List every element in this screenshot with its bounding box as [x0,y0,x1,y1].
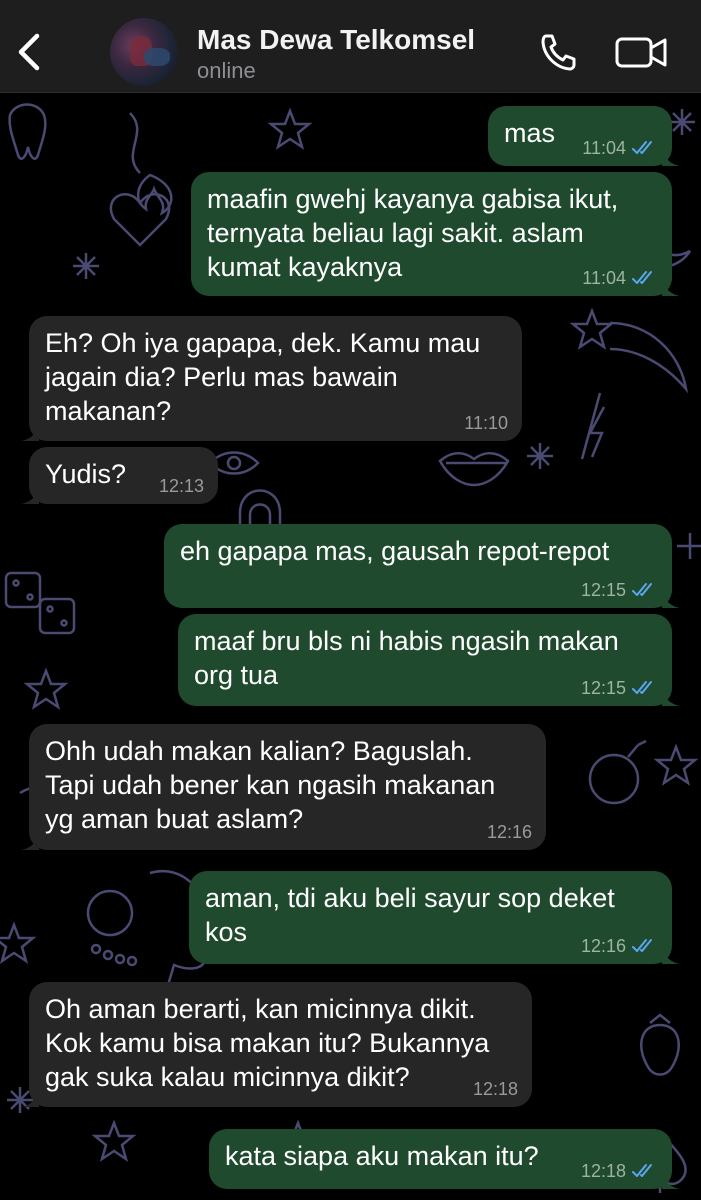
incoming-message-bubble[interactable]: Ohh udah makan kalian? Baguslah. Tapi ud… [21,724,546,850]
bubble-tail [662,946,680,964]
message-timestamp: 12:15 [580,678,626,698]
incoming-message-bubble[interactable]: Yudis? 12:13 [21,447,218,504]
message-timestamp: 12:15 [580,580,626,600]
outgoing-message-bubble[interactable]: aman, tdi aku beli sayur sop deket kos 12… [189,871,680,964]
message-meta: 12:18 [581,1161,658,1181]
star-doodle [91,1119,137,1162]
message-meta: 12:16 [487,822,532,842]
message-text: Oh aman berarti, kan micinnya dikit. Kok… [45,994,490,1092]
contact-avatar[interactable] [110,18,178,86]
strawberry-doodle [640,1013,680,1076]
message-timestamp: 11:04 [582,268,626,288]
phone-icon [541,34,576,71]
message-timestamp: 11:04 [582,138,626,158]
message-text: eh gapapa mas, gausah repot-repot [180,536,610,566]
star-doodle [23,667,69,710]
video-call-button[interactable] [614,32,670,72]
message-timestamp: 12:16 [486,822,532,842]
star-doodle [653,743,699,786]
star-doodle [267,107,313,150]
message-meta: 12:15 [581,580,658,600]
sparkle-doodle [73,253,99,279]
double-check-read-icon [632,271,652,284]
message-meta: 12:18 [473,1079,518,1099]
bubble-tail [21,1089,39,1107]
double-check-read-icon [632,939,652,952]
dice-doodle [4,571,42,609]
outgoing-message-bubble[interactable]: mas 11:04 [488,106,680,166]
sparkle-doodle [669,109,695,135]
bomb-doodle [588,753,640,805]
bubble-tail [662,688,680,706]
double-check-read-icon [632,583,652,596]
lightning-doodle [587,406,606,458]
message-meta: 11:10 [464,413,508,433]
bubble-tail [21,832,39,850]
tooth-doodle [8,103,47,160]
chevron-left-icon [18,33,40,71]
message-timestamp: 12:16 [580,936,626,956]
video-camera-icon [615,37,667,68]
incoming-message-bubble[interactable]: Oh aman berarti, kan micinnya dikit. Kok… [21,982,532,1107]
message-text: Ohh udah makan kalian? Baguslah. Tapi ud… [45,736,496,834]
message-meta: 12:16 [581,936,658,956]
star-doodle [569,307,615,350]
incoming-message-bubble[interactable]: Eh? Oh iya gapapa, dek. Kamu mau jagain … [21,316,522,441]
bubble-tail [21,486,39,504]
outgoing-message-bubble[interactable]: kata siapa aku makan itu? 12:18 [209,1129,680,1189]
message-timestamp: 11:10 [464,413,508,433]
double-check-read-icon [632,141,652,154]
double-check-read-icon [632,1164,652,1177]
chat-area[interactable]: mas 11:04 maafin gwehj kayanya gabisa ikut… [0,93,701,1200]
double-check-read-icon [632,681,652,694]
bubble-tail [662,590,680,608]
outgoing-message-bubble[interactable]: eh gapapa mas, gausah repot-repot 12:15 [164,524,680,608]
message-meta: 11:04 [582,268,658,288]
contact-status: online [197,58,256,83]
message-text: Eh? Oh iya gapapa, dek. Kamu mau jagain … [45,328,481,426]
bubble-tail [21,423,39,441]
outgoing-message-bubble[interactable]: maafin gwehj kayanya gabisa ikut, ternya… [191,172,680,296]
star-doodle [0,921,37,964]
message-meta: 11:04 [582,138,658,158]
lips-doodle [438,452,510,487]
message-meta: 12:15 [581,678,658,698]
dice-doodle [38,597,76,635]
sparkle-doodle [527,443,553,469]
message-meta: 12:13 [159,476,204,496]
chat-header: Mas Dewa Telkomsel online [0,0,701,93]
snake-doodle [129,112,141,174]
message-timestamp: 12:13 [158,476,204,496]
voice-call-button[interactable] [536,32,580,72]
contact-name[interactable]: Mas Dewa Telkomsel [197,24,475,56]
message-timestamp: 12:18 [580,1161,626,1181]
bubble-tail [662,1171,680,1189]
bubble-tail [662,148,680,166]
message-timestamp: 12:18 [472,1079,518,1099]
outgoing-message-bubble[interactable]: maaf bru bls ni habis ngasih makan org t… [178,614,680,706]
sparkle-doodle [677,533,701,559]
back-button[interactable] [12,30,46,74]
bubble-tail [662,278,680,296]
